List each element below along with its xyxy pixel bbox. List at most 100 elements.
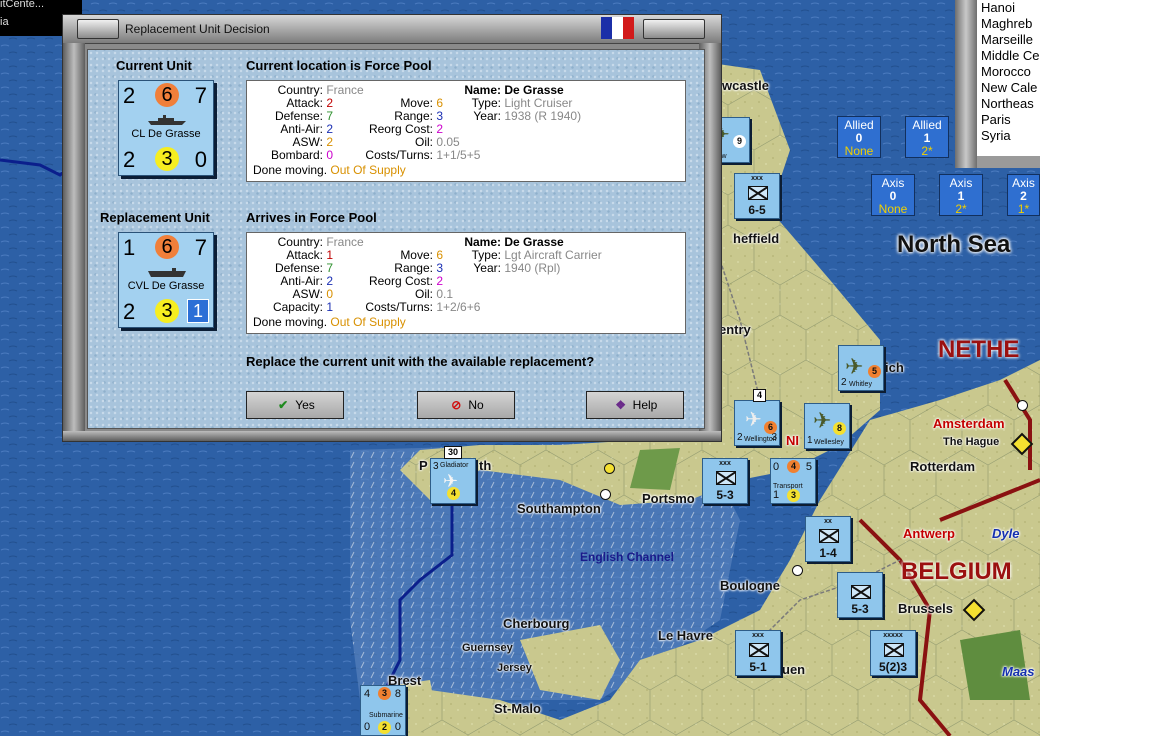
replacement-dialog: Replacement Unit Decision Current Unit C… (62, 14, 722, 442)
value-country: France (326, 83, 364, 97)
unit-counter-c3[interactable]: xx 1-4 (805, 516, 851, 562)
city-list[interactable]: Hanoi Maghreb Marseille Middle Ce Morocc… (977, 0, 1040, 156)
cruiser-icon (148, 115, 186, 125)
value-move: 6 (436, 96, 444, 110)
unit-counter-c2[interactable]: xxx 5-3 (702, 458, 748, 504)
city-marker-boulogne[interactable] (792, 565, 803, 576)
minimize-button[interactable] (77, 19, 119, 39)
map-label-north-sea: North Sea (897, 231, 1011, 258)
map-label-le-havre: Le Havre (658, 628, 713, 643)
naval-counter-submarine[interactable]: 4 3 8 Submarine 0 2 0 (360, 685, 406, 736)
list-item[interactable]: Paris (977, 112, 1040, 128)
air-name: Wellesley (814, 439, 844, 446)
close-button[interactable] (643, 19, 705, 39)
value-asw: 2 (326, 135, 334, 149)
air-counter-wellesley[interactable]: ✈ 1 Wellesley 8 (804, 403, 850, 449)
unit-counter-c4[interactable]: 5-3 (837, 572, 883, 618)
supply-box-axis-2[interactable]: Axis 2 1* (1007, 174, 1040, 216)
list-item[interactable]: Syria (977, 128, 1040, 144)
supply-box-axis-0[interactable]: Axis 0 None (871, 174, 915, 216)
unit-aa: 2 (123, 147, 136, 172)
top-left-title: itCente... (0, 0, 45, 10)
value-name: De Grasse (504, 83, 564, 97)
unit-attack: 1 (123, 235, 136, 260)
air-counter-wellington[interactable]: ✈ 2 Wellington 3 6 (734, 400, 780, 446)
air-counter-whitley[interactable]: ✈ 2 Whitley 5 (838, 345, 884, 391)
list-item[interactable]: Middle Ce (977, 48, 1040, 64)
map-label-antwerp: Antwerp (903, 526, 955, 541)
map-label-maas: Maas (1002, 664, 1035, 679)
map-label-dyle: Dyle (992, 526, 1020, 541)
map-label-coventry: entry (719, 322, 751, 337)
map-label-norwich: ich (885, 360, 904, 375)
city-marker-rotterdam[interactable] (1017, 400, 1028, 411)
city-marker-southampton[interactable] (600, 489, 611, 500)
map-label-southampton: Southampton (517, 501, 601, 516)
map-label-jersey: Jersey (497, 662, 532, 674)
replace-question: Replace the current unit with the availa… (246, 354, 595, 369)
unit-attack: 2 (123, 83, 136, 108)
value-attack: 1 (326, 248, 334, 262)
air-counter-gladiator[interactable]: 3 Gladiator ✈ 4 (430, 458, 476, 504)
value-anti-air: 2 (326, 122, 334, 136)
supply-box-allied-0[interactable]: Allied 0 None (837, 116, 881, 158)
map-label-guernsey: Guernsey (462, 642, 513, 654)
list-item[interactable]: Hanoi (977, 0, 1040, 16)
list-item[interactable]: Marseille (977, 32, 1040, 48)
unit-defense: 3 (155, 147, 179, 171)
map-label-plymouth-b: th (479, 458, 492, 473)
unit-name: CVL De Grasse (127, 280, 205, 292)
value-country: France (326, 235, 364, 249)
value-range: 3 (436, 109, 444, 123)
value-attack: 2 (326, 96, 334, 110)
dialog-titlebar[interactable]: Replacement Unit Decision (63, 15, 721, 44)
naval-value-e: 2 (378, 721, 391, 734)
stack-count-30: 30 (444, 446, 462, 459)
city-marker-portsmouth[interactable] (604, 463, 615, 474)
unit-counter-c6[interactable]: xxxxx 5(2)3 (870, 630, 916, 676)
unit-range: 7 (194, 83, 207, 108)
replacement-unit-info: Country: France Attack: 1 Defense: 7 Ant… (246, 232, 686, 334)
yes-label: Yes (295, 398, 315, 412)
value-costs: 1+1/5+5 (436, 148, 481, 162)
unit-aa: 2 (123, 299, 136, 324)
value-range: 3 (436, 261, 444, 275)
list-item[interactable]: Maghreb (977, 16, 1040, 32)
list-item[interactable]: Morocco (977, 64, 1040, 80)
supply-box-axis-1[interactable]: Axis 1 2* (939, 174, 983, 216)
naval-value-c: 5 (805, 461, 812, 473)
replacement-unit-heading: Replacement Unit (100, 210, 210, 225)
france-flag-icon (601, 17, 634, 39)
help-button[interactable]: ❖ Help (586, 391, 684, 419)
naval-counter-transport[interactable]: 0 4 5 Transport 1 3 (770, 458, 816, 504)
naval-value-b: 4 (787, 460, 800, 473)
list-scrollbar[interactable] (955, 0, 977, 168)
replacement-unit-card: 1 6 7 CVL De Grasse 2 3 1 (118, 232, 214, 328)
yes-button[interactable]: ✔ Yes (246, 391, 344, 419)
air-name: Gladiator (440, 462, 469, 469)
label-costs: Costs/Turns: (365, 300, 433, 314)
air-value-b: 9 (733, 135, 746, 148)
no-button[interactable]: ⊘ No (417, 391, 515, 419)
map-label-english-channel: English Channel (580, 550, 675, 564)
no-label: No (468, 398, 484, 412)
plane-icon: ✈ (745, 409, 762, 431)
counter-strength: 5-3 (716, 488, 734, 502)
value-move: 6 (436, 248, 444, 262)
unit-capacity: 1 (187, 299, 209, 323)
map-label-st-malo: St-Malo (494, 701, 541, 716)
supply-box-allied-1[interactable]: Allied 1 2* (905, 116, 949, 158)
unit-counter-c5[interactable]: xxx 5-1 (735, 630, 781, 676)
air-value-b: 5 (868, 365, 881, 378)
label-year: Year: (473, 109, 501, 123)
supply-box-sub: 1* (1017, 202, 1030, 216)
value-capacity: 1 (326, 300, 334, 314)
list-item[interactable]: Northeas (977, 96, 1040, 112)
list-item[interactable]: New Cale (977, 80, 1040, 96)
counter-strength: 5(2)3 (878, 660, 907, 674)
dialog-content: Current Unit Current location is Force P… (87, 49, 705, 429)
unit-counter-c1[interactable]: xxx 6-5 (734, 173, 780, 219)
map-label-newcastle: wcastle (722, 78, 769, 93)
air-value-a: 2 (841, 377, 847, 388)
value-defense: 7 (326, 261, 334, 275)
